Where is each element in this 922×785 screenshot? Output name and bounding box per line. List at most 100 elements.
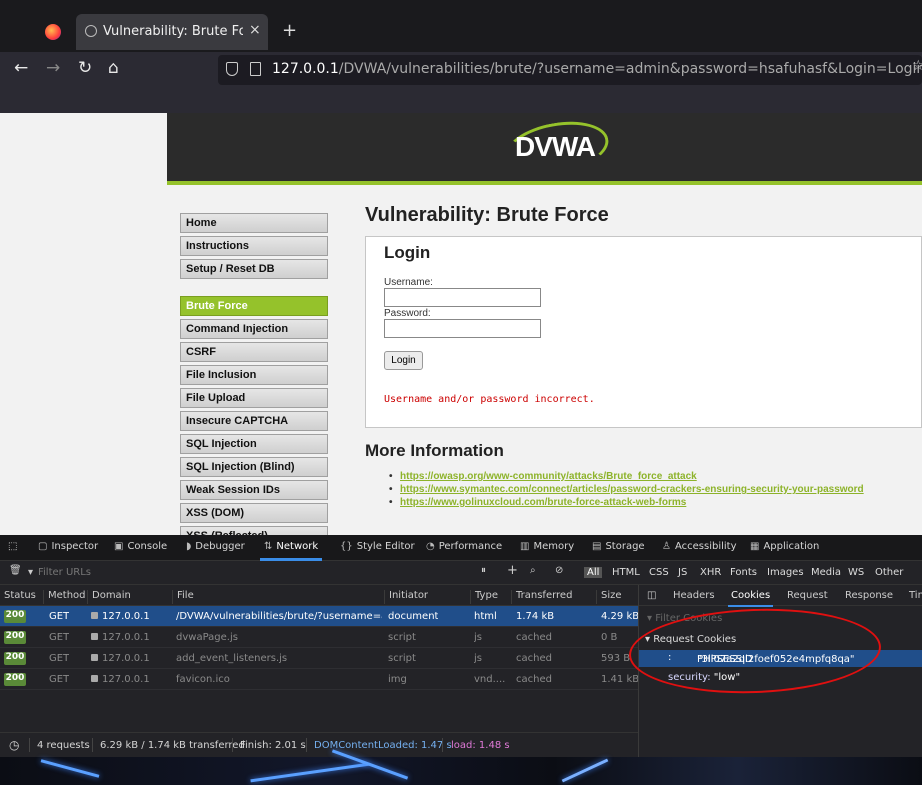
- col-file[interactable]: File: [172, 590, 194, 604]
- col-type[interactable]: Type: [470, 590, 498, 604]
- request-row[interactable]: 200 GET 127.0.0.1 add_event_listeners.js scr…: [0, 648, 638, 669]
- menu-item-file-upload[interactable]: File Upload: [180, 388, 328, 408]
- filter-fonts[interactable]: Fonts: [730, 567, 757, 578]
- pause-icon[interactable]: ⏸: [481, 565, 486, 576]
- filter-html[interactable]: HTML: [612, 567, 640, 578]
- login-button[interactable]: Login: [384, 351, 423, 370]
- password-field[interactable]: [384, 319, 541, 338]
- username-field[interactable]: [384, 288, 541, 307]
- browser-toolbar-strip: [0, 88, 922, 113]
- info-link[interactable]: https://owasp.org/www-community/attacks/…: [389, 471, 922, 484]
- separator: [92, 738, 93, 752]
- menu-item-file-inclusion[interactable]: File Inclusion: [180, 365, 328, 385]
- domain-text: 127.0.0.1: [102, 611, 150, 622]
- filter-urls-input[interactable]: Filter URLs: [38, 567, 91, 578]
- home-icon[interactable]: ⌂: [108, 58, 119, 78]
- status-badge: 200: [4, 610, 26, 623]
- bookmark-star-icon[interactable]: ☆: [912, 58, 922, 74]
- filter-other[interactable]: Other: [875, 567, 903, 578]
- cell-transferred: cached: [516, 674, 552, 685]
- tab-inspector[interactable]: ▢ Inspector: [38, 541, 98, 552]
- col-method[interactable]: Method: [43, 590, 86, 604]
- url-bar[interactable]: 127.0.0.1/DVWA/vulnerabilities/brute/?us…: [218, 55, 922, 85]
- tab-performance[interactable]: ◔ Performance: [426, 541, 502, 552]
- reload-icon[interactable]: ↻: [78, 58, 92, 78]
- perf-timer-icon[interactable]: ◷: [9, 738, 19, 752]
- tab-application[interactable]: ▦ Application: [750, 541, 819, 552]
- shield-icon[interactable]: [226, 62, 238, 76]
- tab-label: Memory: [533, 541, 575, 552]
- forward-icon[interactable]: →: [46, 58, 60, 78]
- menu-item-instructions[interactable]: Instructions: [180, 236, 328, 256]
- filter-ws[interactable]: WS: [848, 567, 864, 578]
- tab-storage[interactable]: ▤ Storage: [592, 541, 645, 552]
- menu-item-command-injection[interactable]: Command Injection: [180, 319, 328, 339]
- panel-icon[interactable]: ◫: [647, 590, 656, 601]
- menu-item-xss-dom[interactable]: XSS (DOM): [180, 503, 328, 523]
- cell-size: 593 B: [601, 653, 631, 664]
- tab-label: Accessibility: [674, 541, 737, 552]
- filter-images[interactable]: Images: [767, 567, 804, 578]
- trash-icon[interactable]: 🗑: [9, 565, 22, 576]
- cell-file: /DVWA/vulnerabilities/brute/?username=ad…: [176, 611, 382, 622]
- col-domain[interactable]: Domain: [87, 590, 131, 604]
- request-row[interactable]: 200 GET 127.0.0.1 favicon.ico img vnd.... cach…: [0, 669, 639, 690]
- lock-icon: [91, 612, 98, 619]
- col-transferred[interactable]: Transferred: [511, 590, 572, 604]
- menu-item-insecure-captcha[interactable]: Insecure CAPTCHA: [180, 411, 328, 431]
- tab-style-editor[interactable]: {} Style Editor: [340, 541, 415, 552]
- cell-transferred: cached: [516, 632, 552, 643]
- filter-xhr[interactable]: XHR: [700, 567, 721, 578]
- tab-request[interactable]: Request: [787, 590, 828, 601]
- new-tab-button[interactable]: +: [282, 20, 297, 41]
- menu-item-setup-reset-db[interactable]: Setup / Reset DB: [180, 259, 328, 279]
- menu-item-weak-session-ids[interactable]: Weak Session IDs: [180, 480, 328, 500]
- cell-transferred: 1.74 kB: [516, 611, 555, 622]
- block-icon[interactable]: ⊘: [555, 565, 563, 576]
- menu-item-xss-reflected[interactable]: XSS (Reflected): [180, 526, 328, 535]
- tab-debugger[interactable]: ◗ Debugger: [186, 541, 245, 552]
- filter-all[interactable]: All: [584, 567, 603, 578]
- tab-accessibility[interactable]: ♙ Accessibility: [662, 541, 737, 552]
- memory-icon: ▥: [520, 541, 530, 552]
- tab-timings[interactable]: Timings: [909, 590, 922, 601]
- menu-item-brute-force[interactable]: Brute Force: [180, 296, 328, 316]
- search-icon[interactable]: ⌕: [530, 565, 536, 576]
- tab-memory[interactable]: ▥ Memory: [520, 541, 574, 552]
- url-path: /DVWA/vulnerabilities/brute/?username=ad…: [338, 61, 922, 77]
- col-size[interactable]: Size: [596, 590, 622, 604]
- filter-css[interactable]: CSS: [649, 567, 669, 578]
- col-status[interactable]: Status: [0, 590, 36, 604]
- tab-cookies[interactable]: Cookies: [727, 590, 774, 607]
- cell-initiator: img: [388, 674, 407, 685]
- page-title: Vulnerability: Brute Force: [365, 204, 609, 226]
- cell-domain: 127.0.0.1: [91, 674, 150, 685]
- login-error-message: Username and/or password incorrect.: [384, 394, 595, 405]
- close-tab-icon[interactable]: ×: [249, 22, 261, 38]
- page-icon[interactable]: [250, 62, 261, 76]
- network-status-bar: ◷ 4 requests 6.29 kB / 1.74 kB transferr…: [0, 732, 638, 757]
- tab-headers[interactable]: Headers: [673, 590, 715, 601]
- page-content: DVWA Home Instructions Setup / Reset DB Bru…: [0, 113, 922, 535]
- element-picker-icon[interactable]: ⬚: [8, 541, 17, 552]
- cell-file: dvwaPage.js: [176, 632, 238, 643]
- request-row[interactable]: 200 GET 127.0.0.1/DVWA/vulnerabilities/bru…: [0, 606, 639, 627]
- tab-response[interactable]: Response: [845, 590, 893, 601]
- back-icon[interactable]: ←: [14, 58, 28, 78]
- menu-item-home[interactable]: Home: [180, 213, 328, 233]
- request-row[interactable]: 200 GET 127.0.0.1 dvwaPage.js script js cached…: [0, 627, 638, 648]
- menu-item-sql-injection[interactable]: SQL Injection: [180, 434, 328, 454]
- info-link[interactable]: https://www.golinuxcloud.com/brute-force…: [389, 497, 922, 510]
- browser-tab[interactable]: Vulnerability: Brute Force ×: [76, 14, 268, 50]
- firefox-icon[interactable]: [45, 24, 61, 40]
- tab-console[interactable]: ▣ Console: [114, 541, 167, 552]
- plus-icon[interactable]: +: [507, 563, 518, 578]
- menu-item-csrf[interactable]: CSRF: [180, 342, 328, 362]
- col-initiator[interactable]: Initiator: [384, 590, 428, 604]
- tab-network[interactable]: ⇅ Network: [259, 541, 323, 561]
- filter-js[interactable]: JS: [678, 567, 687, 578]
- info-link[interactable]: https://www.symantec.com/connect/article…: [389, 484, 922, 497]
- filter-media[interactable]: Media: [811, 567, 841, 578]
- request-table-header: Status Method Domain File Initiator Type…: [0, 585, 638, 606]
- menu-item-sql-injection-blind[interactable]: SQL Injection (Blind): [180, 457, 328, 477]
